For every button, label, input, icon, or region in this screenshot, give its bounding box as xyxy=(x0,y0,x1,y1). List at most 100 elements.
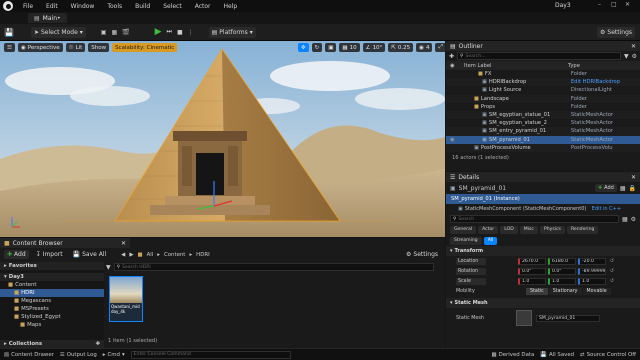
settings-button[interactable]: ⚙ Settings xyxy=(597,27,635,38)
static-mesh-section-header[interactable]: ▾ Static Mesh xyxy=(446,298,640,308)
viewport-menu-button[interactable]: ☰ xyxy=(4,43,15,52)
maximize-viewport-button[interactable]: ⤢ xyxy=(435,43,446,52)
outliner-row[interactable]: ▣ PostProcessVolume PostProcessVolu xyxy=(446,143,640,152)
import-button[interactable]: ↧ Import xyxy=(33,250,66,259)
all-saved-button[interactable]: 💾 All Saved xyxy=(540,352,574,358)
col-item-label[interactable]: Item Label xyxy=(464,63,568,69)
outliner-row[interactable]: ▣ HDRIBackdrop Edit HDRIBackdrop xyxy=(446,78,640,87)
scale-mode-dropdown[interactable]: Scale xyxy=(456,277,486,285)
rotation-x-field[interactable]: 0.0° xyxy=(518,267,546,275)
add-collection-icon[interactable]: ✚ xyxy=(95,341,100,347)
project-root-header[interactable]: ▾ Day3 xyxy=(0,273,104,281)
mobility-stationary[interactable]: Stationary xyxy=(548,287,582,295)
folder-tree-item[interactable]: ■ Content xyxy=(0,281,104,289)
menu-edit[interactable]: Edit xyxy=(46,3,58,10)
location-z-field[interactable]: -20.0 xyxy=(578,257,606,265)
close-icon[interactable]: ✕ xyxy=(631,174,636,181)
menu-help[interactable]: Help xyxy=(224,3,238,10)
location-x-field[interactable]: 2670.0 xyxy=(518,257,546,265)
scale-x-field[interactable]: 1.0 xyxy=(518,277,546,285)
scalability-button[interactable]: Scalability: Cinematic xyxy=(112,43,178,52)
source-control-button[interactable]: ⇄ Source Control Off xyxy=(580,352,636,358)
save-icon[interactable]: 💾 xyxy=(4,28,14,37)
close-icon[interactable]: ✕ xyxy=(121,240,126,247)
rotation-snap[interactable]: ∠ 10° xyxy=(362,43,386,52)
outliner-row[interactable]: ■ FX Folder xyxy=(446,70,640,78)
details-tab-rendering[interactable]: Rendering xyxy=(566,225,599,234)
add-actor-icon[interactable]: ✚ xyxy=(449,53,454,60)
property-matrix-icon[interactable]: ▦ xyxy=(622,216,628,223)
rotation-y-field[interactable]: 0.0° xyxy=(548,267,576,275)
scale-tool[interactable]: ▣ xyxy=(325,43,337,52)
level-viewport[interactable] xyxy=(0,41,445,237)
maximize-button[interactable]: □ xyxy=(611,1,619,8)
console-input[interactable]: Enter Console Command xyxy=(130,350,291,359)
edit-cpp-link[interactable]: Edit in C++ xyxy=(592,206,621,212)
menu-build[interactable]: Build xyxy=(135,3,150,10)
show-button[interactable]: Show xyxy=(88,43,110,52)
menu-window[interactable]: Window xyxy=(71,3,95,10)
translate-tool[interactable]: ✥ xyxy=(298,43,309,52)
mobility-movable[interactable]: Movable xyxy=(582,287,611,295)
add-component-button[interactable]: ✚ Add xyxy=(594,184,617,192)
close-button[interactable]: ✕ xyxy=(625,1,633,8)
grid-snap[interactable]: ▦ 10 xyxy=(339,43,360,52)
output-log-button[interactable]: ☰ Output Log xyxy=(60,352,97,358)
menu-actor[interactable]: Actor xyxy=(195,3,211,10)
static-mesh-thumbnail[interactable] xyxy=(516,310,532,326)
save-all-button[interactable]: 💾 Save All xyxy=(70,250,110,259)
collections-header[interactable]: ▸ Collections ✚ xyxy=(0,340,104,348)
outliner-row-type[interactable]: Edit HDRIBackdrop xyxy=(571,79,620,85)
platforms-dropdown[interactable]: ▤ Platforms ▾ xyxy=(208,26,256,38)
close-icon[interactable]: ✕ xyxy=(631,43,636,50)
scale-z-field[interactable]: 1.0 xyxy=(578,277,606,285)
visibility-column-icon[interactable]: ◉ xyxy=(450,63,464,69)
play-button[interactable]: ▶ xyxy=(155,27,162,37)
details-tab-misc[interactable]: Misc xyxy=(519,225,538,234)
menu-file[interactable]: File xyxy=(23,3,33,10)
minimize-button[interactable]: – xyxy=(598,1,606,8)
location-mode-dropdown[interactable]: Location xyxy=(456,257,486,265)
outliner-row[interactable]: ◉ ▣ SM_pyramid_01 StaticMeshActor xyxy=(446,135,640,144)
rotate-tool[interactable]: ↻ xyxy=(311,43,323,52)
menu-select[interactable]: Select xyxy=(163,3,182,10)
breadcrumb-content[interactable]: Content xyxy=(164,252,185,258)
rotation-z-field[interactable]: -89.99999° xyxy=(578,267,606,275)
breadcrumb-hdri[interactable]: HDRI xyxy=(196,252,210,258)
component-row[interactable]: ▣ StaticMeshComponent (StaticMeshCompone… xyxy=(446,204,640,214)
forward-arrow-icon[interactable]: ▶ xyxy=(129,252,133,258)
outliner-row[interactable]: ■ Props Folder xyxy=(446,103,640,111)
reset-arrow-icon[interactable]: ↺ xyxy=(610,269,614,274)
folder-tree-item[interactable]: ■ HDRI xyxy=(0,289,104,297)
details-tab-lod[interactable]: LOD xyxy=(500,225,518,234)
lit-button[interactable]: ☉ Lit xyxy=(65,43,86,52)
asset-tile[interactable]: Qwantani_midday_4k xyxy=(109,276,143,322)
details-tab-physics[interactable]: Physics xyxy=(539,225,565,234)
add-content-icon[interactable]: ▣ xyxy=(101,29,107,36)
visibility-eye-icon[interactable]: ◉ xyxy=(450,137,482,143)
tab-main-level[interactable]: ▤ Main• xyxy=(28,13,67,23)
reset-arrow-icon[interactable]: ↺ xyxy=(610,279,614,284)
more-options-icon[interactable]: ⋮ xyxy=(188,29,194,36)
perspective-button[interactable]: ◉ Perspective xyxy=(17,43,63,52)
details-tab[interactable]: ☰ Details ✕ xyxy=(446,172,640,182)
details-tab-all[interactable]: All xyxy=(483,236,498,245)
back-arrow-icon[interactable]: ◀ xyxy=(121,252,125,258)
stop-button[interactable]: ■ xyxy=(177,29,183,36)
gear-icon[interactable]: ⚙ xyxy=(631,216,636,223)
details-tab-streaming[interactable]: Streaming xyxy=(450,236,482,245)
outliner-tab[interactable]: ▤ Outliner ✕ xyxy=(446,41,640,51)
cb-settings-button[interactable]: ⚙ Settings xyxy=(403,250,441,259)
scale-y-field[interactable]: 1.0 xyxy=(548,277,576,285)
outliner-row[interactable]: ▣ Light Source DirectionalLight xyxy=(446,86,640,94)
outliner-row[interactable]: ▣ SM_entry_pyramid_01 StaticMeshActor xyxy=(446,127,640,136)
lock-icon[interactable]: 🔒 xyxy=(629,185,636,192)
content-drawer-button[interactable]: ▤ Content Drawer xyxy=(4,352,54,358)
folder-tree-item[interactable]: ■ Stylized_Egypt xyxy=(0,313,104,321)
scale-snap[interactable]: ⇱ 0.25 xyxy=(388,43,414,52)
transform-section-header[interactable]: ▾ Transform xyxy=(446,246,640,256)
blueprint-icon[interactable]: ▦ xyxy=(111,29,117,36)
outliner-search-input[interactable]: ⚲ Search... xyxy=(457,52,621,60)
mobility-static[interactable]: Static xyxy=(526,287,548,295)
filter-icon[interactable]: ▼ xyxy=(106,264,111,271)
